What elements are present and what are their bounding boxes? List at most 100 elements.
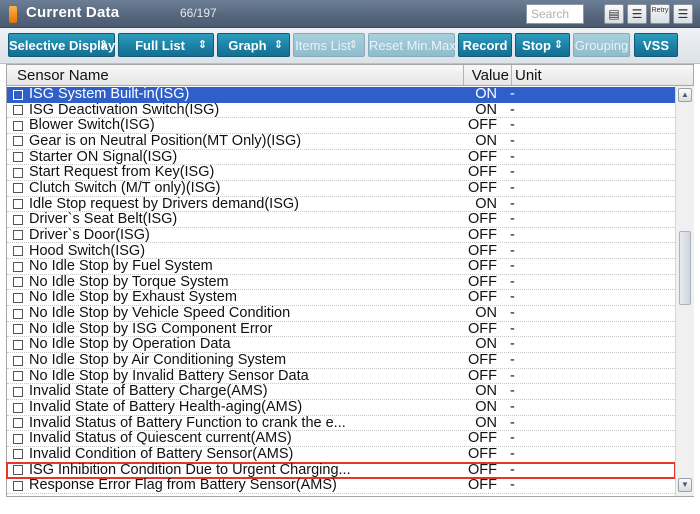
chevron-down-icon: ⇕ [98, 39, 108, 51]
table-row[interactable]: No Idle Stop by Invalid Battery Sensor D… [7, 368, 675, 385]
row-checkbox[interactable] [13, 167, 23, 178]
row-checkbox[interactable] [13, 136, 23, 147]
row-checkbox[interactable] [13, 308, 23, 319]
retry-icon[interactable]: Retry [650, 4, 670, 24]
chevron-down-icon: ⇕ [348, 39, 358, 51]
sensor-value: OFF [468, 226, 497, 243]
search-input[interactable]: Search [526, 4, 584, 24]
row-checkbox[interactable] [13, 465, 23, 476]
list-icon[interactable]: ☰ [627, 4, 647, 24]
vertical-scrollbar[interactable]: ▲ ▼ [675, 86, 694, 496]
table-row[interactable]: Invalid Status of Battery Function to cr… [7, 414, 675, 432]
table-row[interactable]: ISG Deactivation Switch(ISG) ON - [7, 101, 675, 119]
table-row[interactable]: No Idle Stop by Vehicle Speed Condition O… [7, 306, 675, 322]
sensor-unit: - [510, 273, 515, 290]
row-checkbox[interactable] [13, 183, 23, 194]
sensor-name: Start Request from Key(ISG) [29, 164, 215, 181]
row-checkbox[interactable] [13, 418, 23, 429]
stop-button[interactable]: Stop ⇕ [515, 33, 570, 57]
sensor-value: OFF [468, 179, 497, 196]
table-row[interactable]: No Idle Stop by Operation Data ON - [7, 336, 675, 354]
sensor-unit: - [510, 336, 515, 353]
graph-button[interactable]: Graph ⇕ [217, 33, 290, 57]
sensor-unit: - [510, 117, 515, 134]
row-checkbox[interactable] [13, 433, 23, 444]
selective-display-button[interactable]: Selective Display ⇕ [8, 33, 115, 57]
vss-button[interactable]: VSS [634, 33, 678, 57]
sensor-name: Starter ON Signal(ISG) [29, 148, 178, 165]
items-list-button[interactable]: Items List ⇕ [293, 33, 365, 57]
sensor-unit: - [510, 148, 515, 165]
row-checkbox[interactable] [13, 292, 23, 303]
row-checkbox[interactable] [13, 230, 23, 241]
sensor-value: OFF [468, 461, 497, 478]
row-checkbox[interactable] [13, 402, 23, 413]
table-row[interactable]: Idle Stop request by Drivers demand(ISG)… [7, 195, 675, 213]
grouping-button[interactable]: Grouping [573, 33, 630, 57]
table-row[interactable]: Hood Switch(ISG) OFF - [7, 243, 675, 260]
table-row[interactable]: No Idle Stop by Air Conditioning System O… [7, 353, 675, 369]
sensor-list[interactable]: ISG System Built-in(ISG) ON - ISG Deactivat… [6, 86, 694, 496]
sensor-unit: - [510, 414, 515, 431]
sensor-name: Invalid Condition of Battery Sensor(AMS) [29, 445, 294, 462]
row-checkbox[interactable] [13, 246, 23, 256]
menu-icon[interactable]: ☰ [673, 4, 693, 24]
table-row[interactable]: Invalid Condition of Battery Sensor(AMS)… [7, 445, 675, 463]
scroll-thumb[interactable] [679, 231, 691, 305]
row-checkbox[interactable] [13, 152, 23, 163]
sensor-value: ON [475, 414, 497, 431]
table-row[interactable]: Start Request from Key(ISG) OFF - [7, 165, 675, 181]
table-row[interactable]: Clutch Switch (M/T only)(ISG) OFF - [7, 179, 675, 197]
row-checkbox[interactable] [13, 355, 23, 366]
sensor-name: Idle Stop request by Drivers demand(ISG) [29, 195, 299, 212]
table-row[interactable]: No Idle Stop by Torque System OFF - [7, 273, 675, 291]
table-row[interactable]: Invalid Status of Quiescent current(AMS)… [7, 431, 675, 447]
sensor-value: ON [475, 101, 497, 118]
row-checkbox[interactable] [13, 89, 23, 100]
header-value[interactable]: Value [467, 67, 509, 84]
table-row[interactable]: No Idle Stop by ISG Component Error OFF - [7, 321, 675, 338]
table-row[interactable]: Starter ON Signal(ISG) OFF - [7, 148, 675, 166]
scroll-down-icon[interactable]: ▼ [678, 478, 692, 492]
record-button[interactable]: Record [458, 33, 512, 57]
sensor-value: OFF [468, 445, 497, 462]
vss-label: VSS [642, 38, 669, 53]
row-checkbox[interactable] [13, 324, 23, 335]
row-checkbox[interactable] [13, 449, 23, 460]
table-row[interactable]: Driver`s Seat Belt(ISG) OFF - [7, 212, 675, 228]
row-checkbox[interactable] [13, 480, 23, 491]
table-row[interactable]: ISG System Built-in(ISG) ON - [7, 87, 675, 103]
sensor-name: Gear is on Neutral Position(MT Only)(ISG… [29, 132, 302, 149]
graph-label: Graph [228, 38, 267, 53]
table-row[interactable]: Response Error Flag from Battery Sensor(… [7, 478, 675, 494]
table-row[interactable]: Invalid State of Battery Charge(AMS) ON - [7, 384, 675, 400]
table-row[interactable]: No Idle Stop by Exhaust System OFF - [7, 289, 675, 307]
list-bottom-border [6, 496, 694, 497]
row-checkbox[interactable] [13, 371, 23, 382]
row-checkbox[interactable] [13, 386, 23, 397]
column-divider [463, 65, 464, 85]
table-row[interactable]: Invalid State of Battery Health-aging(AM… [7, 400, 675, 416]
scroll-up-icon[interactable]: ▲ [678, 88, 692, 102]
reset-min-max-button[interactable]: Reset Min.Max [368, 33, 456, 57]
row-checkbox[interactable] [13, 261, 23, 272]
sensor-name: Response Error Flag from Battery Sensor(… [29, 477, 337, 494]
header-unit[interactable]: Unit [515, 67, 542, 84]
header-sensor-name[interactable]: Sensor Name [17, 67, 109, 84]
full-list-button[interactable]: Full List ⇕ [118, 33, 214, 57]
sensor-unit: - [510, 289, 515, 306]
row-checkbox[interactable] [13, 214, 23, 225]
table-row[interactable]: No Idle Stop by Fuel System OFF - [7, 259, 675, 275]
sensor-unit: - [510, 226, 515, 243]
sensor-name: Invalid State of Battery Charge(AMS) [29, 383, 268, 400]
table-row[interactable]: Gear is on Neutral Position(MT Only)(ISG… [7, 132, 675, 150]
table-row[interactable]: Driver`s Door(ISG) OFF - [7, 226, 675, 244]
table-row[interactable]: Blower Switch(ISG) OFF - [7, 118, 675, 134]
row-checkbox[interactable] [13, 120, 23, 131]
row-checkbox[interactable] [13, 339, 23, 350]
row-checkbox[interactable] [13, 199, 23, 210]
row-checkbox[interactable] [13, 105, 23, 116]
find-icon[interactable]: ▤ [604, 4, 624, 24]
row-checkbox[interactable] [13, 277, 23, 288]
table-row[interactable]: ISG Inhibition Condition Due to Urgent C… [6, 461, 676, 480]
